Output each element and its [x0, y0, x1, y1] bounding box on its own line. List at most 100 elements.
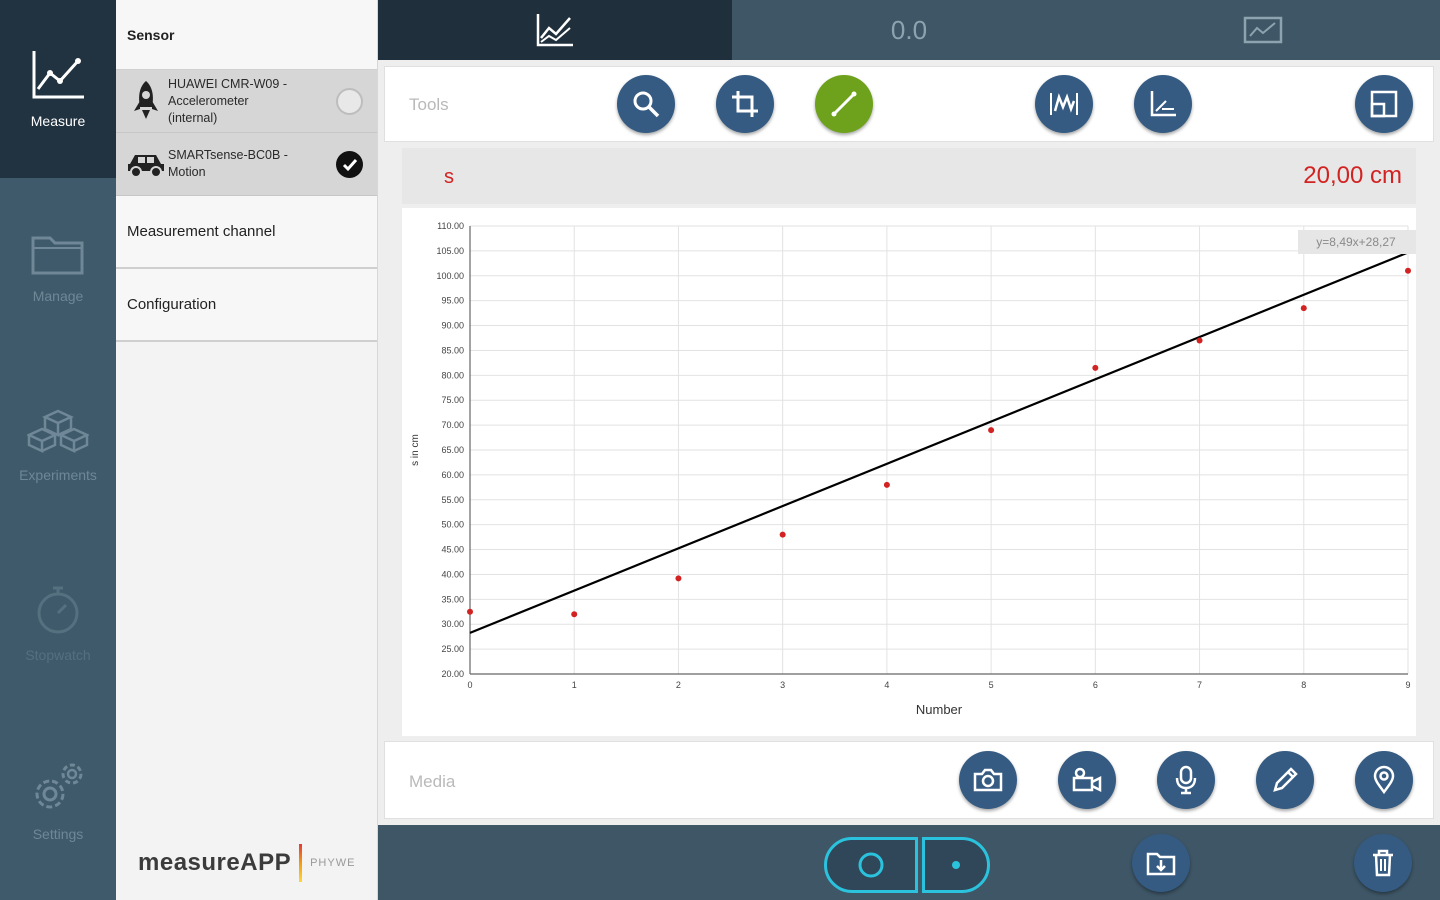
microphone-button[interactable] — [1157, 751, 1215, 809]
measurement-channel-link[interactable]: Measurement channel — [116, 196, 377, 269]
configuration-link[interactable]: Configuration — [116, 269, 377, 342]
data-point — [779, 531, 786, 538]
camera-button[interactable] — [959, 751, 1017, 809]
sensor-item-huawei[interactable]: HUAWEI CMR-W09 - Accelerometer (internal… — [116, 70, 377, 133]
pencil-button[interactable] — [1256, 751, 1314, 809]
bottom-bar — [378, 825, 1440, 900]
sensor-item-smartsense[interactable]: SMARTsense-BC0B - Motion — [116, 133, 377, 196]
video-camera-icon — [1072, 767, 1102, 793]
nav-experiments-label: Experiments — [19, 467, 97, 483]
curve-fit-icon — [1050, 93, 1078, 115]
x-tick-label: 1 — [572, 680, 577, 690]
zoom-icon — [633, 91, 660, 118]
current-value: 20,00 cm — [1303, 162, 1402, 189]
video-camera-button[interactable] — [1058, 751, 1116, 809]
main-nav: Measure Manage Experiments Stopwatch Set… — [0, 0, 116, 900]
data-point — [675, 575, 682, 582]
x-tick-label: 8 — [1301, 680, 1306, 690]
x-tick-label: 2 — [676, 680, 681, 690]
media-label: Media — [409, 772, 456, 791]
tab-graph-view[interactable] — [378, 0, 732, 60]
record-button[interactable] — [824, 837, 918, 893]
y-tick-label: 75.00 — [441, 395, 464, 405]
measure-main: Tools s 20,00 cm 20.00 25.00 30.00 35.00… — [378, 60, 1440, 825]
y-tick-label: 95.00 — [441, 296, 464, 306]
cubes-icon — [27, 409, 89, 453]
dot-icon — [952, 861, 960, 869]
zoom-button[interactable] — [617, 75, 675, 133]
y-tick-label: 80.00 — [441, 370, 464, 380]
y-tick-label: 110.00 — [437, 221, 464, 231]
record-circle-icon — [858, 852, 884, 878]
save-button[interactable] — [1132, 834, 1190, 892]
crop-icon — [732, 91, 758, 117]
location-button[interactable] — [1355, 751, 1413, 809]
expand-button[interactable] — [1355, 75, 1413, 133]
y-tick-label: 50.00 — [441, 520, 464, 530]
y-tick-label: 45.00 — [441, 545, 464, 555]
value-bar: s 20,00 cm — [402, 148, 1416, 204]
y-tick-label: 90.00 — [441, 321, 464, 331]
sensor-panel: Sensor HUAWEI CMR-W09 - Accelerometer (i… — [116, 0, 378, 900]
data-point — [883, 481, 890, 488]
x-tick-label: 7 — [1197, 680, 1202, 690]
pencil-icon — [1273, 767, 1298, 792]
sensor-smartsense-line1: SMARTsense-BC0B - — [168, 148, 288, 162]
nav-stopwatch[interactable]: Stopwatch — [0, 534, 116, 712]
location-icon — [1373, 765, 1395, 795]
y-tick-label: 70.00 — [441, 420, 464, 430]
nav-experiments[interactable]: Experiments — [0, 356, 116, 534]
y-tick-label: 60.00 — [441, 470, 464, 480]
y-tick-label: 85.00 — [441, 345, 464, 355]
data-point — [1300, 305, 1307, 312]
delete-button[interactable] — [1354, 834, 1412, 892]
x-tick-label: 9 — [1405, 680, 1410, 690]
nav-measure[interactable]: Measure — [0, 0, 116, 178]
y-tick-label: 20.00 — [441, 669, 464, 679]
line-fit-button[interactable] — [815, 75, 873, 133]
x-axis-label: Number — [916, 702, 963, 717]
sensor-huawei-radio[interactable] — [336, 88, 363, 115]
sensor-header: Sensor — [116, 0, 377, 70]
nav-manage[interactable]: Manage — [0, 178, 116, 356]
media-bar: Media — [384, 741, 1434, 819]
rocket-icon — [134, 81, 158, 119]
y-axis-label: s in cm — [410, 434, 421, 466]
data-point — [467, 608, 473, 615]
nav-settings[interactable]: Settings — [0, 712, 116, 890]
y-tick-label: 35.00 — [441, 594, 464, 604]
graph-view-icon — [536, 14, 573, 47]
sensor-smartsense-check[interactable] — [336, 151, 363, 178]
tools-bar: Tools — [384, 66, 1434, 142]
fit-line — [469, 251, 1409, 634]
measurement-chart[interactable]: 20.00 25.00 30.00 35.00 40.00 45.00 50.00 55.00… — [402, 208, 1416, 736]
nav-stopwatch-label: Stopwatch — [25, 647, 91, 663]
brand-logo: measureAPP PHYWE — [138, 844, 355, 882]
record-controls — [824, 837, 990, 893]
y-tick-label: 40.00 — [441, 569, 464, 579]
curve-fit-button[interactable] — [1035, 75, 1093, 133]
x-tick-label: 4 — [884, 680, 889, 690]
crop-button[interactable] — [716, 75, 774, 133]
data-point — [1405, 267, 1411, 274]
stopwatch-icon — [37, 586, 79, 634]
x-tick-label: 3 — [780, 680, 785, 690]
car-icon — [128, 155, 164, 178]
y-tick-label: 105.00 — [436, 246, 464, 256]
trash-icon — [1373, 849, 1393, 877]
tab-display-view[interactable] — [1086, 0, 1440, 60]
axes-button[interactable] — [1134, 75, 1192, 133]
sensor-huawei-line1: HUAWEI CMR-W09 - — [168, 76, 287, 91]
display-view-icon — [1243, 16, 1283, 44]
x-tick-label: 6 — [1093, 680, 1098, 690]
microphone-icon — [1175, 765, 1197, 795]
view-tabs: 0.0 — [378, 0, 1440, 60]
single-point-button[interactable] — [922, 837, 990, 893]
nav-measure-label: Measure — [30, 113, 86, 129]
checkmark-icon — [342, 158, 357, 171]
sensor-huawei-line2: Accelerometer — [168, 93, 249, 108]
y-tick-label: 65.00 — [441, 445, 464, 455]
digital-value: 0.0 — [890, 14, 928, 45]
chart-area[interactable]: 20.00 25.00 30.00 35.00 40.00 45.00 50.00 55.00… — [402, 208, 1416, 736]
tab-digital-view[interactable]: 0.0 — [732, 0, 1086, 60]
